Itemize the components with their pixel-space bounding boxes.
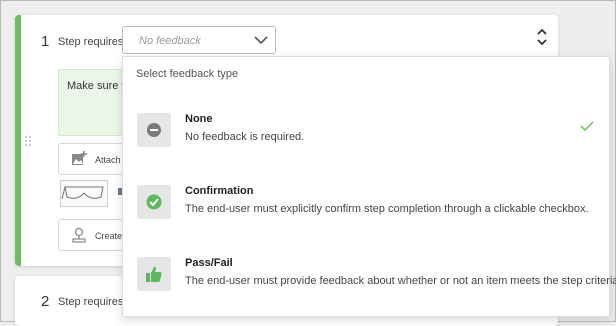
minus-circle-icon — [147, 123, 161, 137]
add-image-icon — [72, 151, 87, 165]
option-title: Confirmation — [185, 185, 254, 197]
attached-image-thumbnail[interactable] — [60, 180, 108, 207]
step-requires-label: Step requires — [58, 296, 124, 308]
create-label: Create — [95, 231, 123, 241]
active-step-accent — [15, 15, 21, 266]
create-button[interactable]: Create — [58, 219, 128, 251]
option-icon-box — [137, 185, 171, 219]
check-circle-icon — [146, 194, 162, 210]
step-number: 2 — [41, 293, 50, 310]
option-description: No feedback is required. — [185, 131, 305, 143]
feedback-select-value: No feedback — [139, 35, 201, 47]
menu-header: Select feedback type — [136, 68, 239, 80]
chevron-down-icon — [254, 36, 268, 45]
option-title: Pass/Fail — [185, 257, 233, 269]
thumbs-up-icon — [146, 266, 162, 282]
feedback-option-confirmation[interactable]: Confirmation The end-user must explicitl… — [123, 185, 609, 245]
option-description: The end-user must explicitly confirm ste… — [185, 203, 589, 215]
step-number: 1 — [41, 33, 50, 50]
option-icon-box — [137, 257, 171, 291]
option-icon-box — [137, 113, 171, 147]
drag-handle-icon[interactable] — [24, 135, 32, 147]
attach-label: Attach — [95, 155, 121, 165]
step-description-text: Make sure y — [67, 80, 127, 92]
safety-glasses-image — [61, 186, 104, 200]
pin-icon — [72, 227, 86, 243]
selected-check-icon — [580, 121, 594, 132]
option-description: The end-user must provide feedback about… — [185, 275, 616, 287]
feedback-type-select[interactable]: No feedback — [122, 26, 276, 54]
feedback-option-pass-fail[interactable]: Pass/Fail The end-user must provide feed… — [123, 257, 616, 317]
attach-media-button[interactable]: Attach — [58, 143, 128, 175]
option-title: None — [185, 113, 213, 125]
feedback-type-menu: Select feedback type None No feedback is… — [122, 56, 616, 317]
feedback-option-none[interactable]: None No feedback is required. — [123, 113, 609, 173]
collapse-icon[interactable] — [535, 28, 549, 46]
step-requires-label: Step requires — [58, 36, 124, 48]
